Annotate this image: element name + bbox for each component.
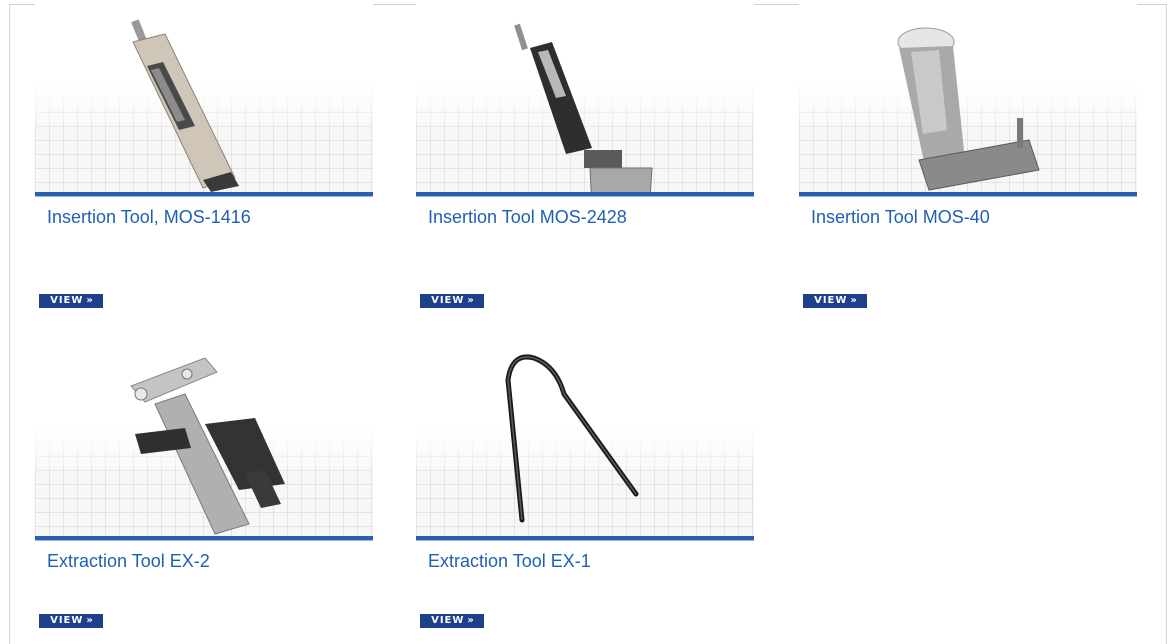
view-label: VIEW xyxy=(50,615,84,626)
product-card: Extraction Tool EX-1 VIEW» xyxy=(416,344,754,628)
product-card: Insertion Tool MOS-2428 VIEW» xyxy=(416,0,754,308)
product-image-mos-1416[interactable] xyxy=(35,0,373,192)
product-image-ex-1[interactable] xyxy=(416,344,754,536)
accent-bar xyxy=(416,192,754,197)
accent-bar xyxy=(35,536,373,541)
double-chevron-right-icon: » xyxy=(467,295,474,306)
view-label: VIEW xyxy=(50,295,84,306)
product-title-link[interactable]: Extraction Tool EX-2 xyxy=(35,550,373,572)
double-chevron-right-icon: » xyxy=(86,295,93,306)
view-button[interactable]: VIEW» xyxy=(39,294,103,308)
product-title-link[interactable]: Insertion Tool MOS-2428 xyxy=(416,206,754,228)
view-button[interactable]: VIEW» xyxy=(420,294,484,308)
product-card: Insertion Tool MOS-40 VIEW» xyxy=(799,0,1137,308)
product-image-ex-2[interactable] xyxy=(35,344,373,536)
view-label: VIEW xyxy=(814,295,848,306)
view-button[interactable]: VIEW» xyxy=(420,614,484,628)
product-image-mos-2428[interactable] xyxy=(416,0,754,192)
view-label: VIEW xyxy=(431,615,465,626)
double-chevron-right-icon: » xyxy=(850,295,857,306)
accent-bar xyxy=(35,192,373,197)
product-card: Extraction Tool EX-2 VIEW» xyxy=(35,344,373,628)
accent-bar xyxy=(799,192,1137,197)
view-button[interactable]: VIEW» xyxy=(803,294,867,308)
view-label: VIEW xyxy=(431,295,465,306)
double-chevron-right-icon: » xyxy=(86,615,93,626)
product-title-link[interactable]: Insertion Tool, MOS-1416 xyxy=(35,206,373,228)
product-card: Insertion Tool, MOS-1416 VIEW» xyxy=(35,0,373,308)
product-title-link[interactable]: Extraction Tool EX-1 xyxy=(416,550,754,572)
double-chevron-right-icon: » xyxy=(467,615,474,626)
accent-bar xyxy=(416,536,754,541)
product-image-mos-40[interactable] xyxy=(799,0,1137,192)
view-button[interactable]: VIEW» xyxy=(39,614,103,628)
product-title-link[interactable]: Insertion Tool MOS-40 xyxy=(799,206,1137,228)
